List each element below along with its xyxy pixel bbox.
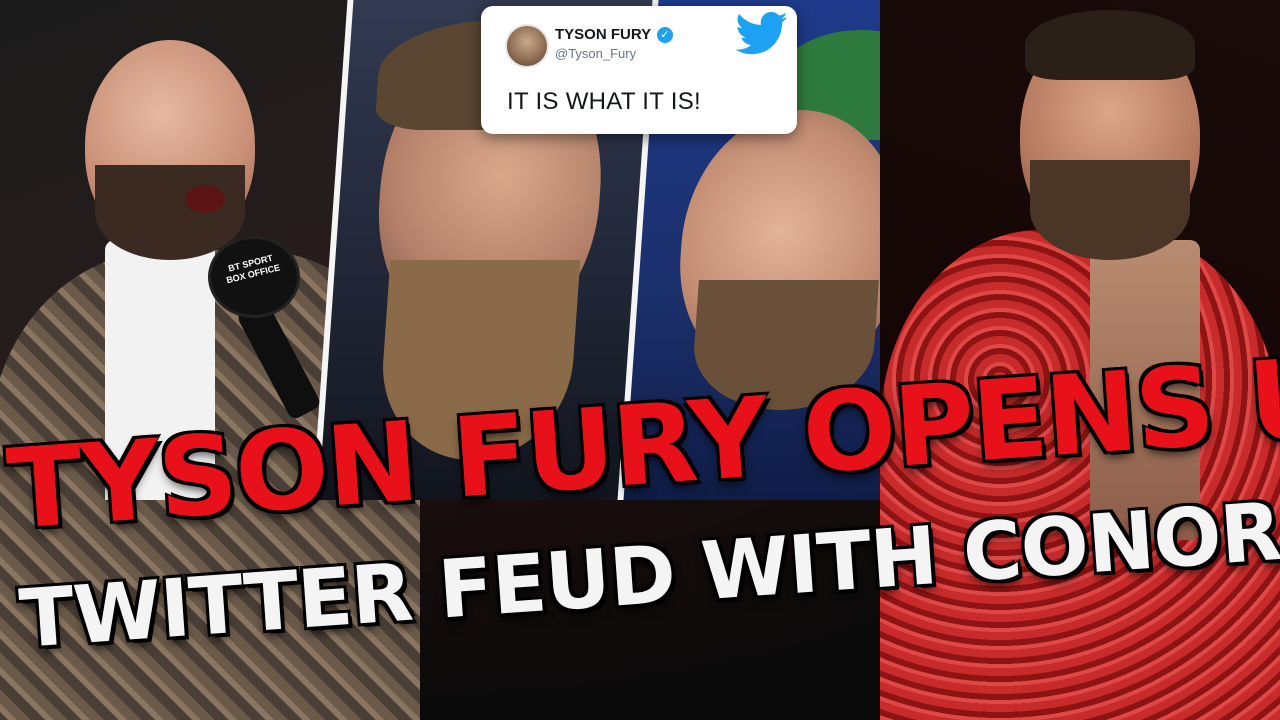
tweet-handle: @Tyson_Fury bbox=[555, 46, 637, 61]
tweet-avatar bbox=[505, 24, 549, 68]
thumbnail: BT SPORT BOX OFFICE TYSON FURY ✓ @Tyson_… bbox=[0, 0, 1280, 720]
tweet-display-name: TYSON FURY bbox=[555, 26, 652, 43]
twitter-bird-icon bbox=[735, 12, 788, 55]
tweet-text: IT IS WHAT IT IS! bbox=[507, 88, 702, 115]
verified-check-icon: ✓ bbox=[657, 27, 673, 43]
